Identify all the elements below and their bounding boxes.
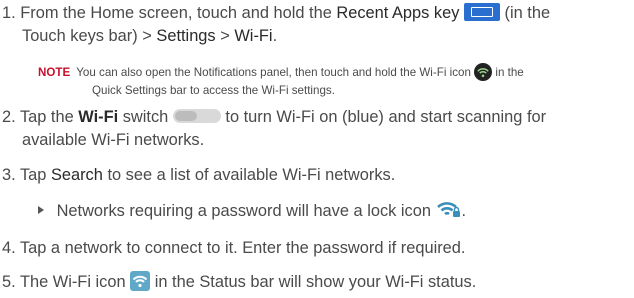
step-text: to turn Wi-Fi on (blue) and start scanni… xyxy=(225,108,547,126)
note-text: Quick Settings bar to access the Wi-Fi s… xyxy=(92,84,335,97)
step-3: 3. Tap Search to see a list of available… xyxy=(2,164,395,187)
step-text: to see a list of available Wi-Fi network… xyxy=(107,166,396,184)
search-label: Search xyxy=(50,166,103,184)
step-2: 2. Tap the Wi-Fi switch to turn Wi-Fi on… xyxy=(2,106,546,152)
step-number: 1. xyxy=(2,4,16,22)
step-text: (in the xyxy=(504,4,551,22)
bullet-triangle-icon xyxy=(38,206,44,214)
step-number: 3. xyxy=(2,166,16,184)
note-text: You can also open the Notifications pane… xyxy=(76,66,471,80)
step-text: The Wi-Fi icon xyxy=(19,273,126,291)
step-text: Touch keys bar) > xyxy=(22,27,152,45)
settings-label: Settings xyxy=(156,27,216,45)
period: . xyxy=(272,27,278,45)
step-text: available Wi-Fi networks. xyxy=(22,131,205,149)
step-number: 2. xyxy=(2,108,16,126)
step-text: switch xyxy=(122,108,169,126)
period: . xyxy=(461,202,467,220)
wifi-switch-icon xyxy=(172,108,221,123)
bullet-item: Networks requiring a password will have … xyxy=(38,200,466,223)
step-text: Tap xyxy=(19,166,47,184)
step-text: Tap a network to connect to it. Enter th… xyxy=(19,239,466,257)
wifi-label: Wi-Fi xyxy=(234,27,273,45)
switch-knob xyxy=(174,110,197,121)
step-number: 5. xyxy=(2,273,16,291)
note-label: NOTE xyxy=(38,66,71,80)
recent-apps-label: Recent Apps key xyxy=(336,4,460,22)
wifi-circle-icon xyxy=(474,63,493,81)
bullet-text: Networks requiring a password will have … xyxy=(56,202,431,220)
step-text: From the Home screen, touch and hold the xyxy=(20,4,332,22)
note-text: in the xyxy=(495,66,524,80)
step-number: 4. xyxy=(2,239,16,257)
step-4: 4. Tap a network to connect to it. Enter… xyxy=(2,237,465,260)
wifi-label: Wi-Fi xyxy=(78,108,119,126)
separator: > xyxy=(220,27,230,45)
step-5: 5. The Wi-Fi icon in the Status bar will… xyxy=(2,270,477,294)
status-bar-wifi-icon xyxy=(130,270,151,291)
note: NOTE You can also open the Notifications… xyxy=(38,63,634,99)
step-text: Tap the xyxy=(19,108,74,126)
step-1: 1. From the Home screen, touch and hold … xyxy=(2,2,550,48)
recent-apps-key-icon xyxy=(463,2,500,21)
step-text: in the Status bar will show your Wi-Fi s… xyxy=(154,273,477,291)
locked-wifi-icon xyxy=(436,201,462,219)
